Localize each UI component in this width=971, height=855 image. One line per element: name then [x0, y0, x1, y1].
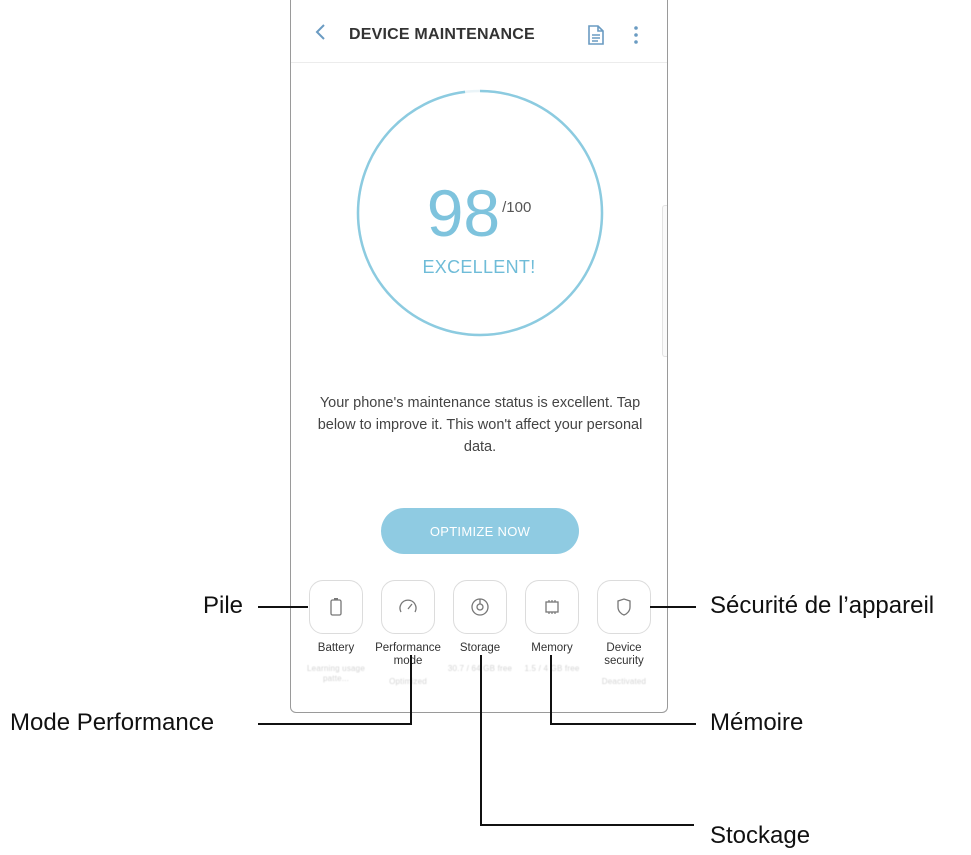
- status-message: Your phone's maintenance status is excel…: [317, 395, 643, 455]
- memory-label: Memory: [531, 642, 573, 654]
- score-status: EXCELLENT!: [422, 257, 536, 277]
- performance-mode-status: Optimized: [389, 677, 427, 686]
- callout-performance: Mode Performance: [10, 709, 215, 736]
- callout-line-battery: [258, 606, 308, 608]
- callout-memory: Mémoire: [710, 709, 804, 736]
- shield-icon[interactable]: [597, 580, 651, 634]
- score-value: 98: [426, 176, 501, 250]
- callout-line-performance-h: [258, 723, 412, 725]
- document-icon[interactable]: [586, 24, 606, 46]
- page-title: DEVICE MAINTENANCE: [349, 26, 535, 43]
- callout-security: Sécurité de l’appareil: [710, 592, 935, 619]
- gauge-icon[interactable]: [381, 580, 435, 634]
- performance-mode-tool[interactable]: Performance mode Optimized: [373, 580, 443, 687]
- performance-mode-label: Performance mode: [375, 642, 441, 667]
- storage-icon[interactable]: [453, 580, 507, 634]
- callout-storage: Stockage: [710, 822, 811, 849]
- memory-chip-icon[interactable]: [525, 580, 579, 634]
- storage-label: Storage: [459, 642, 501, 654]
- optimize-now-button[interactable]: OPTIMIZE NOW: [381, 508, 579, 554]
- callout-line-security: [650, 606, 696, 608]
- callout-line-storage-h: [480, 824, 694, 826]
- chevron-left-icon[interactable]: [309, 20, 333, 44]
- device-maintenance-screen: DEVICE MAINTENANCE 98/100 EXCELLENT! You…: [290, 0, 668, 713]
- battery-tool[interactable]: Battery Learning usage patte...: [301, 580, 371, 684]
- battery-status: Learning usage patte...: [307, 664, 365, 683]
- score-display: 98/100: [291, 175, 667, 251]
- app-bar: DEVICE MAINTENANCE: [291, 0, 667, 63]
- battery-label: Battery: [317, 642, 355, 654]
- device-security-tool[interactable]: Device security Deactivated: [589, 580, 659, 687]
- device-security-status: Deactivated: [601, 677, 647, 686]
- memory-tool[interactable]: Memory 1.5 / 4 GB free: [517, 580, 587, 674]
- battery-icon[interactable]: [309, 580, 363, 634]
- more-vertical-icon[interactable]: [626, 24, 646, 46]
- callout-battery: Pile: [203, 592, 244, 619]
- callout-line-memory-h: [550, 723, 696, 725]
- device-security-label: Device security: [604, 642, 644, 667]
- score-max: /100: [502, 199, 532, 216]
- callout-line-memory: [550, 655, 552, 725]
- callout-line-storage: [480, 655, 482, 826]
- memory-status: 1.5 / 4 GB free: [524, 664, 580, 673]
- callout-line-performance: [410, 655, 412, 725]
